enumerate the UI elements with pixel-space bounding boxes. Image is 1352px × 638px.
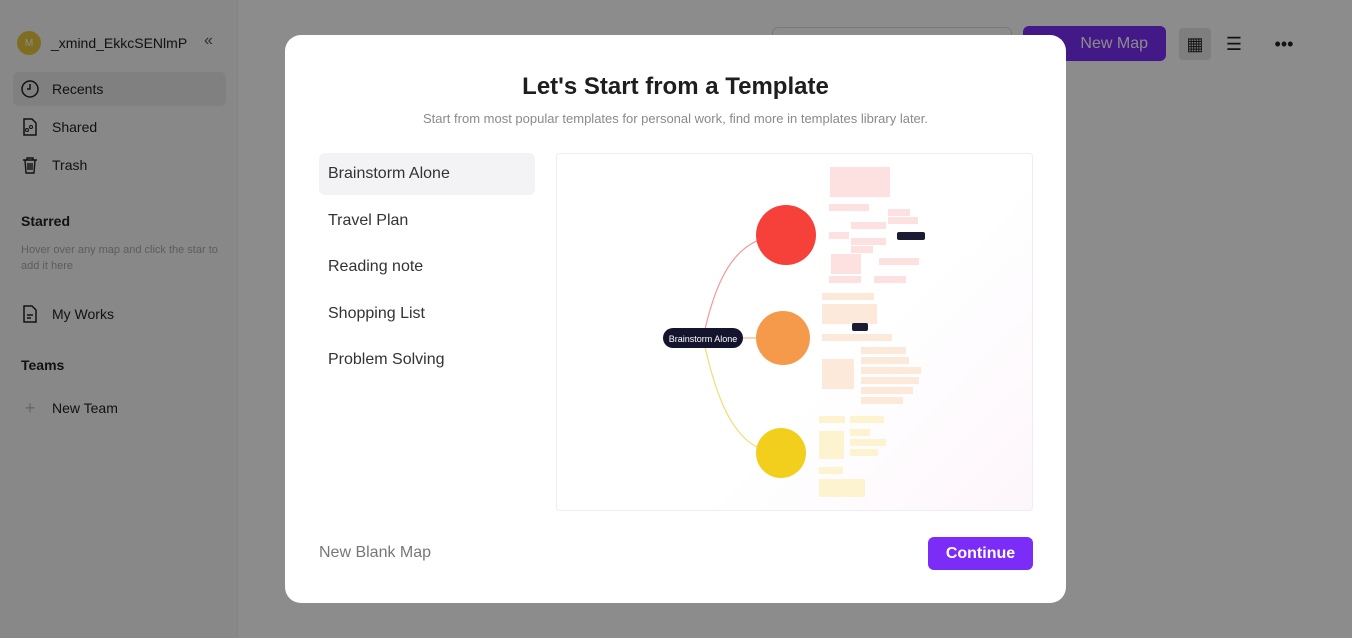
mind-map-preview: Brainstorm Alone xyxy=(663,167,925,497)
branch-node-red xyxy=(756,205,816,265)
branch-node-yellow xyxy=(756,428,806,478)
branch-boxes-yellow xyxy=(819,416,886,497)
dialog-title: Let's Start from a Template xyxy=(522,73,829,100)
branch-node-orange xyxy=(756,311,810,365)
branch-boxes-orange xyxy=(822,293,921,404)
template-brainstorm-alone[interactable]: Brainstorm Alone xyxy=(319,153,535,195)
template-shopping-list[interactable]: Shopping List xyxy=(319,293,535,335)
template-problem-solving[interactable]: Problem Solving xyxy=(319,339,535,381)
branch-boxes-red xyxy=(829,167,919,283)
dialog-subtitle: Start from most popular templates for pe… xyxy=(422,111,929,126)
new-blank-map-link[interactable]: New Blank Map xyxy=(319,544,431,562)
root-node-label: Brainstorm Alone xyxy=(669,334,738,344)
template-reading-note[interactable]: Reading note xyxy=(319,246,535,288)
continue-button[interactable]: Continue xyxy=(928,537,1033,570)
template-preview: Brainstorm Alone xyxy=(556,153,1033,511)
template-travel-plan[interactable]: Travel Plan xyxy=(319,200,535,242)
template-dialog: Let's Start from a Template Start from m… xyxy=(285,35,1066,603)
